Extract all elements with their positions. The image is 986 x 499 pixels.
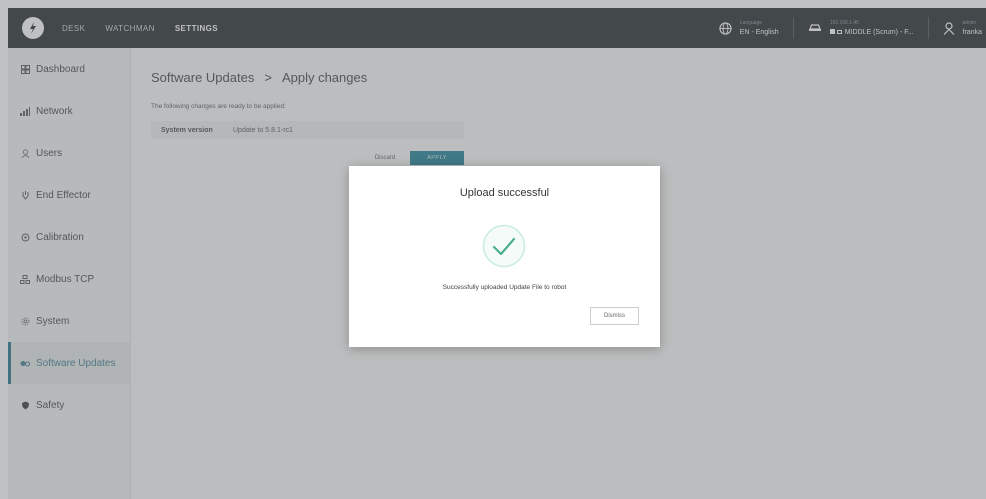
dialog-message: Successfully uploaded Update File to rob… — [442, 284, 567, 291]
dismiss-button[interactable]: Dismiss — [590, 307, 639, 325]
success-check-icon — [482, 224, 526, 268]
upload-success-dialog: Upload successful Successfully uploaded … — [349, 166, 660, 347]
dialog-title: Upload successful — [459, 187, 550, 199]
